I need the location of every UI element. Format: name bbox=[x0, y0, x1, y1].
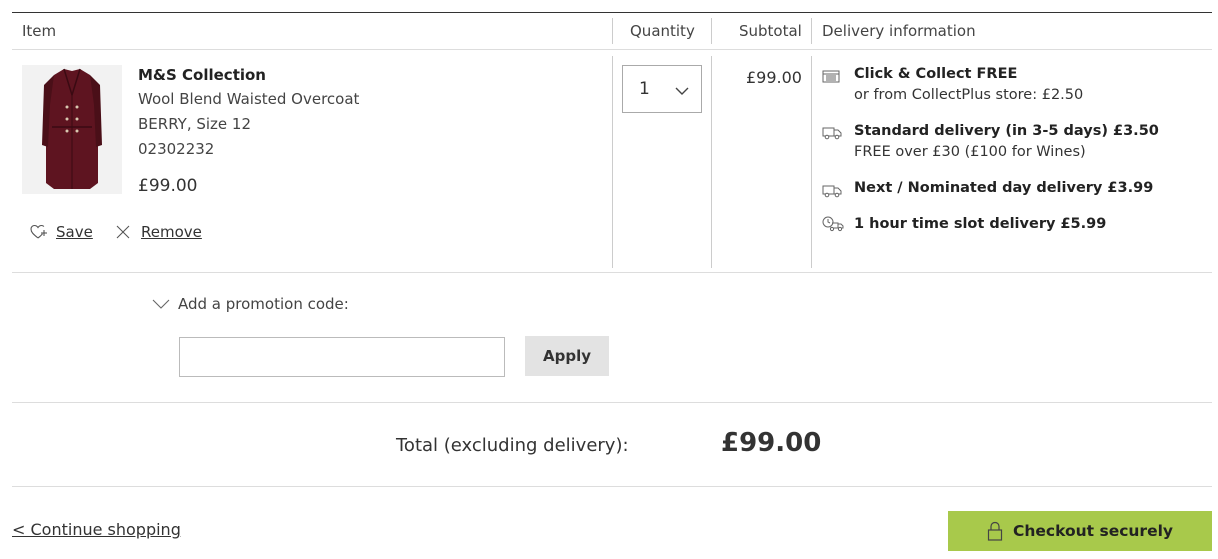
store-icon bbox=[822, 68, 840, 88]
total-label: Total (excluding delivery): bbox=[396, 435, 629, 456]
close-icon bbox=[116, 225, 130, 239]
delivery-title-standard: Standard delivery (in 3-5 days) £3.50 bbox=[854, 123, 1159, 139]
col-separator bbox=[811, 56, 812, 268]
chevron-down-icon bbox=[675, 87, 689, 95]
clock-truck-icon bbox=[822, 216, 844, 236]
heart-plus-icon bbox=[30, 224, 47, 239]
delivery-title-collect: Click & Collect FREE bbox=[854, 66, 1018, 82]
delivery-sub-collect: or from CollectPlus store: £2.50 bbox=[854, 87, 1084, 103]
apply-button[interactable]: Apply bbox=[525, 336, 609, 376]
col-separator bbox=[811, 18, 812, 44]
col-separator bbox=[711, 56, 712, 268]
delivery-sub-standard: FREE over £30 (£100 for Wines) bbox=[854, 144, 1086, 160]
delivery-title-next-day: Next / Nominated day delivery £3.99 bbox=[854, 180, 1154, 196]
product-price: £99.00 bbox=[138, 176, 198, 196]
quantity-select[interactable]: 1 bbox=[622, 65, 702, 113]
section-divider bbox=[12, 272, 1212, 273]
truck-icon bbox=[822, 125, 842, 144]
product-code: 02302232 bbox=[138, 140, 215, 158]
header-quantity: Quantity bbox=[630, 22, 695, 40]
col-separator bbox=[612, 56, 613, 268]
checkout-button[interactable]: Checkout securely bbox=[948, 511, 1212, 551]
quantity-value: 1 bbox=[639, 79, 650, 99]
col-separator bbox=[612, 18, 613, 44]
checkout-label: Checkout securely bbox=[1012, 522, 1174, 540]
remove-label: Remove bbox=[141, 223, 202, 241]
product-variant: BERRY, Size 12 bbox=[138, 115, 251, 133]
lock-icon bbox=[987, 521, 1003, 541]
chevron-down-icon bbox=[152, 299, 170, 309]
header-item: Item bbox=[22, 22, 57, 40]
product-name[interactable]: Wool Blend Waisted Overcoat bbox=[138, 90, 359, 108]
save-label: Save bbox=[56, 223, 93, 241]
promo-toggle-label: Add a promotion code: bbox=[178, 295, 349, 313]
item-subtotal: £99.00 bbox=[746, 68, 802, 87]
col-separator bbox=[711, 18, 712, 44]
product-image[interactable] bbox=[22, 65, 122, 194]
header-rule bbox=[12, 49, 1212, 50]
section-divider bbox=[12, 402, 1212, 403]
top-rule bbox=[12, 12, 1212, 13]
save-button[interactable]: Save bbox=[30, 223, 93, 241]
header-delivery: Delivery information bbox=[822, 22, 976, 40]
remove-button[interactable]: Remove bbox=[115, 223, 202, 241]
truck-icon bbox=[822, 183, 842, 202]
burgundy-coat-image bbox=[42, 68, 102, 189]
total-value: £99.00 bbox=[721, 428, 822, 458]
promo-code-input[interactable] bbox=[179, 337, 505, 377]
continue-shopping-link[interactable]: < Continue shopping bbox=[12, 520, 181, 539]
section-divider bbox=[12, 486, 1212, 487]
promo-toggle[interactable]: Add a promotion code: bbox=[152, 295, 349, 313]
header-subtotal: Subtotal bbox=[739, 22, 802, 40]
delivery-title-hour-slot: 1 hour time slot delivery £5.99 bbox=[854, 216, 1107, 232]
product-brand[interactable]: M&S Collection bbox=[138, 66, 266, 84]
